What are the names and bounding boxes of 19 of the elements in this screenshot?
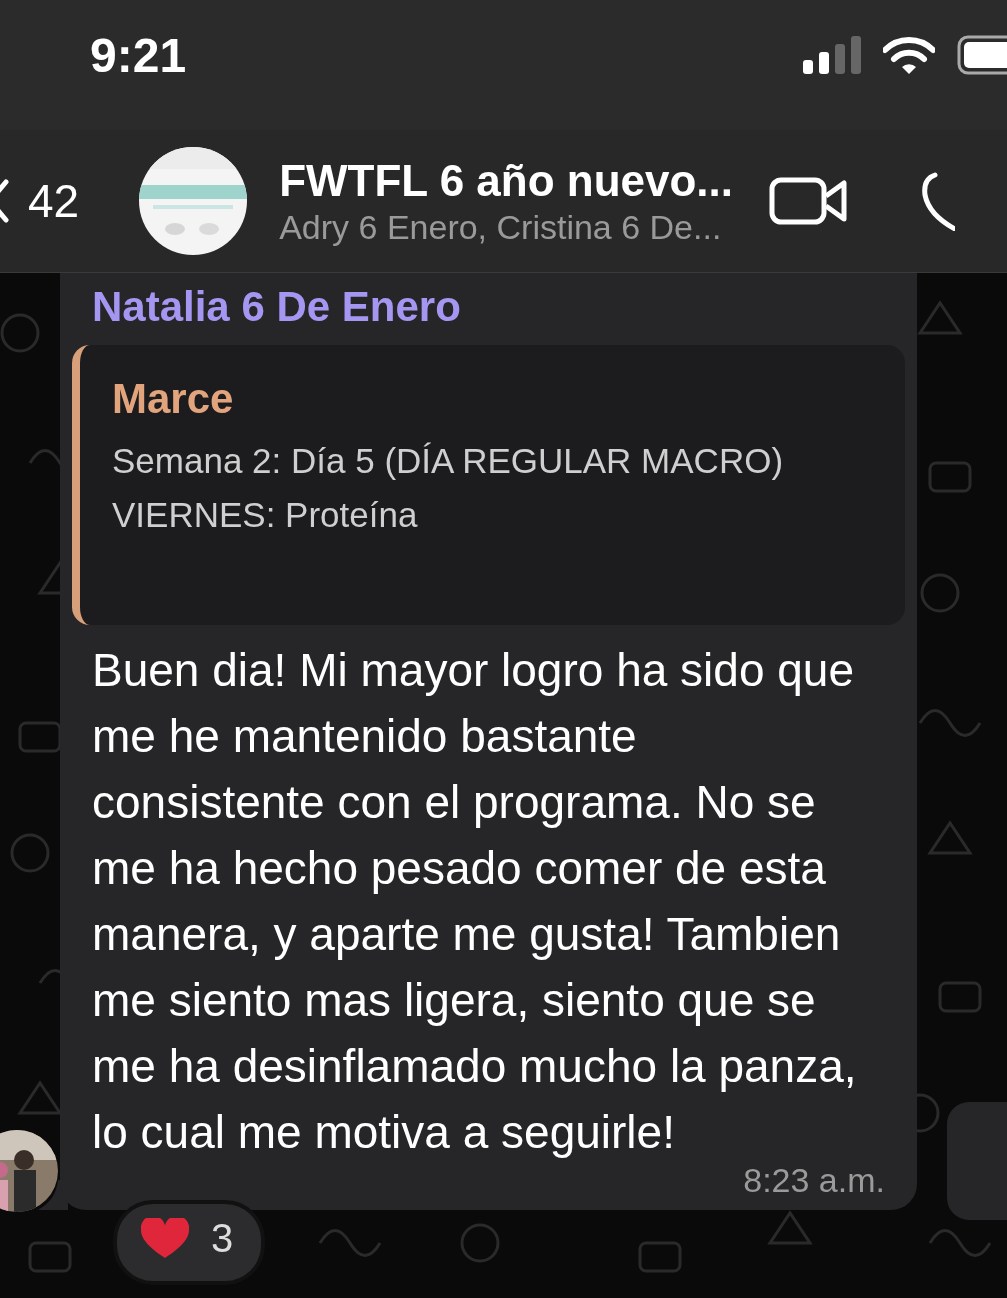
chat-members[interactable]: Adry 6 Enero, Cristina 6 De... xyxy=(279,207,734,247)
message-text: Buen dia! Mi mayor logro ha sido que me he mantenido bastante consistente con el programa. No se me ha hecho pesado comer de esta manera, y aparte me gusta! Tambien me siento mas ligera, siento que se me ha desinflamado mucho la panza, lo cual me motiva a seguirle! xyxy=(91,643,858,1160)
reaction-chip[interactable]: 3 xyxy=(113,1200,266,1285)
back-button[interactable]: 42 xyxy=(0,174,80,228)
quoted-message[interactable]: Marce Semana 2: Día 5 (DÍA REGULAR MACRO) VIERNES: Proteína xyxy=(72,345,905,625)
video-call-icon[interactable] xyxy=(769,177,848,225)
battery-icon xyxy=(957,35,1007,75)
quote-text: VIERNES: Proteína xyxy=(112,495,419,535)
quote-text: Semana 2: Día 5 (DÍA REGULAR MACRO) xyxy=(112,441,785,481)
status-time: 9:21 xyxy=(90,27,187,83)
sender-name[interactable]: Natalia 6 De Enero xyxy=(72,283,905,331)
phone-icon[interactable] xyxy=(921,171,956,231)
heart-icon xyxy=(141,1217,189,1260)
signal-icon xyxy=(803,36,861,74)
message-bubble[interactable] xyxy=(60,273,917,1210)
message-time: 8:23 a.m. xyxy=(743,1161,885,1200)
chat-title[interactable]: FWTFL 6 año nuevo... xyxy=(279,155,734,206)
quote-author: Marce xyxy=(112,375,235,423)
wifi-icon xyxy=(883,36,935,74)
